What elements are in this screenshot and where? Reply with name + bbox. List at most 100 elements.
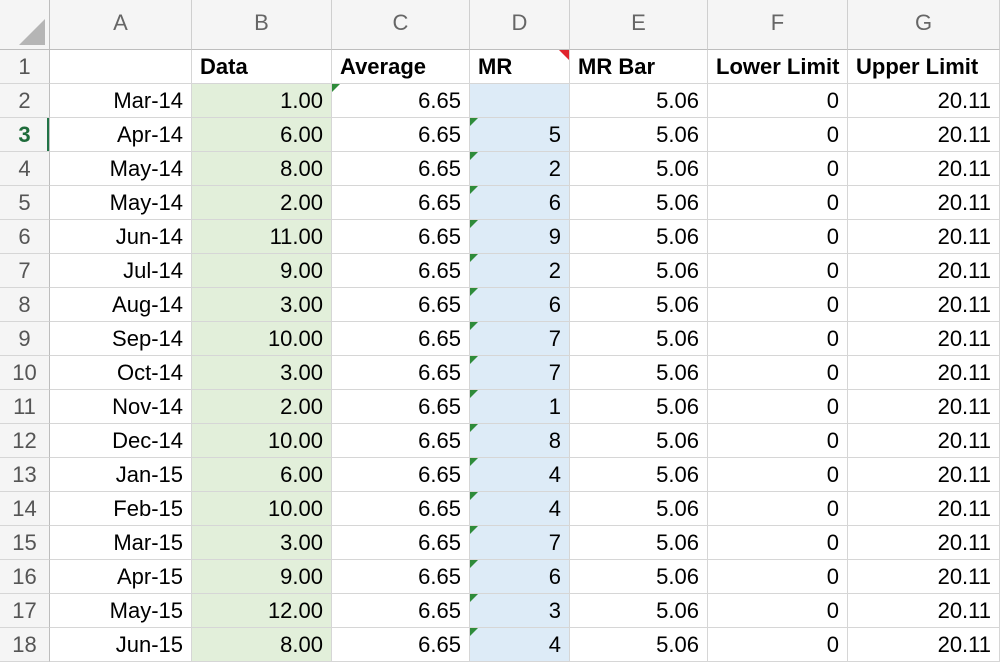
cell-e14[interactable]: 5.06 <box>570 492 708 526</box>
cell-e1[interactable]: MR Bar <box>570 50 708 84</box>
cell-e11[interactable]: 5.06 <box>570 390 708 424</box>
cell-f17[interactable]: 0 <box>708 594 848 628</box>
cell-e9[interactable]: 5.06 <box>570 322 708 356</box>
cell-e7[interactable]: 5.06 <box>570 254 708 288</box>
cell-g3[interactable]: 20.11 <box>848 118 1000 152</box>
cell-f10[interactable]: 0 <box>708 356 848 390</box>
row-header-4[interactable]: 4 <box>0 152 50 186</box>
cell-c18[interactable]: 6.65 <box>332 628 470 662</box>
cell-g13[interactable]: 20.11 <box>848 458 1000 492</box>
row-header-14[interactable]: 14 <box>0 492 50 526</box>
cell-f4[interactable]: 0 <box>708 152 848 186</box>
cell-a17[interactable]: May-15 <box>50 594 192 628</box>
cell-b10[interactable]: 3.00 <box>192 356 332 390</box>
column-header-a[interactable]: A <box>50 0 192 50</box>
cell-a10[interactable]: Oct-14 <box>50 356 192 390</box>
row-header-11[interactable]: 11 <box>0 390 50 424</box>
cell-c16[interactable]: 6.65 <box>332 560 470 594</box>
column-header-d[interactable]: D <box>470 0 570 50</box>
row-header-2[interactable]: 2 <box>0 84 50 118</box>
cell-b17[interactable]: 12.00 <box>192 594 332 628</box>
cell-f5[interactable]: 0 <box>708 186 848 220</box>
cell-d9[interactable]: 7 <box>470 322 570 356</box>
cell-c6[interactable]: 6.65 <box>332 220 470 254</box>
cell-e18[interactable]: 5.06 <box>570 628 708 662</box>
cell-c12[interactable]: 6.65 <box>332 424 470 458</box>
column-header-e[interactable]: E <box>570 0 708 50</box>
cell-d15[interactable]: 7 <box>470 526 570 560</box>
cell-g9[interactable]: 20.11 <box>848 322 1000 356</box>
cell-f12[interactable]: 0 <box>708 424 848 458</box>
cell-g11[interactable]: 20.11 <box>848 390 1000 424</box>
cell-b11[interactable]: 2.00 <box>192 390 332 424</box>
row-header-5[interactable]: 5 <box>0 186 50 220</box>
cell-a13[interactable]: Jan-15 <box>50 458 192 492</box>
cell-a11[interactable]: Nov-14 <box>50 390 192 424</box>
column-header-b[interactable]: B <box>192 0 332 50</box>
row-header-7[interactable]: 7 <box>0 254 50 288</box>
cell-a4[interactable]: May-14 <box>50 152 192 186</box>
cell-b12[interactable]: 10.00 <box>192 424 332 458</box>
cell-c4[interactable]: 6.65 <box>332 152 470 186</box>
row-header-12[interactable]: 12 <box>0 424 50 458</box>
cell-c14[interactable]: 6.65 <box>332 492 470 526</box>
column-header-f[interactable]: F <box>708 0 848 50</box>
cell-b9[interactable]: 10.00 <box>192 322 332 356</box>
cell-c13[interactable]: 6.65 <box>332 458 470 492</box>
cell-a1[interactable] <box>50 50 192 84</box>
cell-f3[interactable]: 0 <box>708 118 848 152</box>
cell-f6[interactable]: 0 <box>708 220 848 254</box>
cell-b4[interactable]: 8.00 <box>192 152 332 186</box>
row-header-18[interactable]: 18 <box>0 628 50 662</box>
cell-f13[interactable]: 0 <box>708 458 848 492</box>
cell-g1[interactable]: Upper Limit <box>848 50 1000 84</box>
column-header-c[interactable]: C <box>332 0 470 50</box>
cell-b1[interactable]: Data <box>192 50 332 84</box>
row-header-10[interactable]: 10 <box>0 356 50 390</box>
cell-g4[interactable]: 20.11 <box>848 152 1000 186</box>
cell-g2[interactable]: 20.11 <box>848 84 1000 118</box>
column-header-g[interactable]: G <box>848 0 1000 50</box>
cell-b8[interactable]: 3.00 <box>192 288 332 322</box>
cell-e3[interactable]: 5.06 <box>570 118 708 152</box>
cell-d1[interactable]: MR <box>470 50 570 84</box>
cell-a14[interactable]: Feb-15 <box>50 492 192 526</box>
cell-e17[interactable]: 5.06 <box>570 594 708 628</box>
cell-c1[interactable]: Average <box>332 50 470 84</box>
cell-a15[interactable]: Mar-15 <box>50 526 192 560</box>
cell-a8[interactable]: Aug-14 <box>50 288 192 322</box>
cell-e5[interactable]: 5.06 <box>570 186 708 220</box>
cell-f1[interactable]: Lower Limit <box>708 50 848 84</box>
row-header-9[interactable]: 9 <box>0 322 50 356</box>
cell-g8[interactable]: 20.11 <box>848 288 1000 322</box>
cell-g16[interactable]: 20.11 <box>848 560 1000 594</box>
cell-g10[interactable]: 20.11 <box>848 356 1000 390</box>
cell-e15[interactable]: 5.06 <box>570 526 708 560</box>
cell-a3[interactable]: Apr-14 <box>50 118 192 152</box>
cell-d8[interactable]: 6 <box>470 288 570 322</box>
cell-a6[interactable]: Jun-14 <box>50 220 192 254</box>
cell-e16[interactable]: 5.06 <box>570 560 708 594</box>
row-header-17[interactable]: 17 <box>0 594 50 628</box>
spreadsheet-grid[interactable]: A B C D E F G 1 2 3 4 5 6 7 8 9 10 11 12 13 14 15 16 17 18 Data Av… <box>0 0 1000 666</box>
cell-f2[interactable]: 0 <box>708 84 848 118</box>
row-header-1[interactable]: 1 <box>0 50 50 84</box>
cell-f11[interactable]: 0 <box>708 390 848 424</box>
cell-g6[interactable]: 20.11 <box>848 220 1000 254</box>
cell-g5[interactable]: 20.11 <box>848 186 1000 220</box>
cell-d12[interactable]: 8 <box>470 424 570 458</box>
cell-g12[interactable]: 20.11 <box>848 424 1000 458</box>
cell-e12[interactable]: 5.06 <box>570 424 708 458</box>
cell-c15[interactable]: 6.65 <box>332 526 470 560</box>
cell-a18[interactable]: Jun-15 <box>50 628 192 662</box>
cell-g15[interactable]: 20.11 <box>848 526 1000 560</box>
cell-d13[interactable]: 4 <box>470 458 570 492</box>
cell-d14[interactable]: 4 <box>470 492 570 526</box>
cell-d3[interactable]: 5 <box>470 118 570 152</box>
row-header-3[interactable]: 3 <box>0 118 50 152</box>
cell-g17[interactable]: 20.11 <box>848 594 1000 628</box>
cell-d10[interactable]: 7 <box>470 356 570 390</box>
cell-d4[interactable]: 2 <box>470 152 570 186</box>
cell-g14[interactable]: 20.11 <box>848 492 1000 526</box>
cell-c9[interactable]: 6.65 <box>332 322 470 356</box>
